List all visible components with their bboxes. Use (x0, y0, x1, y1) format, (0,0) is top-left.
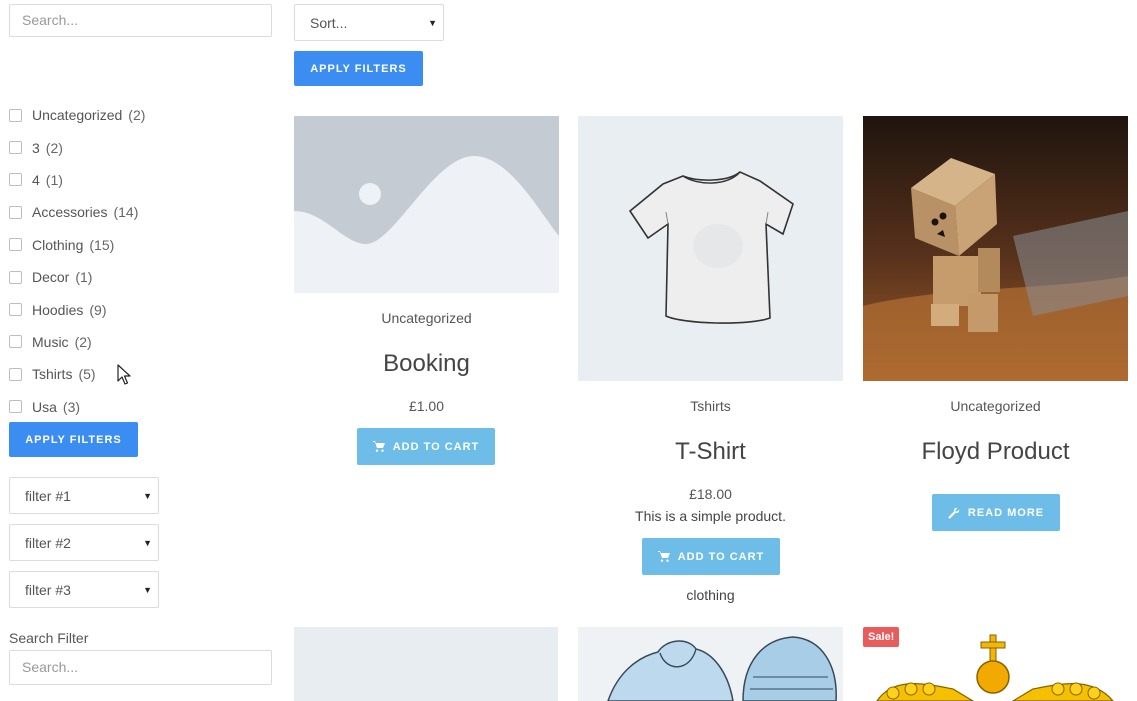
category-label: Usa (32, 398, 57, 415)
caret-down-icon: ▼ (143, 537, 152, 548)
caret-down-icon: ▼ (143, 584, 152, 595)
category-usa[interactable]: Usa (3) (9, 391, 145, 423)
wrench-icon (948, 507, 960, 519)
category-decor[interactable]: Decor (1) (9, 261, 145, 293)
category-count: (2) (45, 139, 63, 156)
cart-icon (372, 441, 385, 452)
category-label: 3 (32, 139, 40, 156)
category-count: (2) (128, 107, 146, 124)
apply-filters-button[interactable]: APPLY FILTERS (294, 51, 423, 86)
category-clothing[interactable]: Clothing (15) (9, 229, 145, 261)
product-tag[interactable]: clothing (578, 587, 843, 603)
product-title[interactable]: Floyd Product (863, 438, 1128, 466)
category-label: Music (32, 333, 69, 350)
search-filter-label: Search Filter (9, 630, 89, 646)
category-label: 4 (32, 171, 40, 188)
caret-down-icon: ▼ (143, 490, 152, 501)
sale-badge: Sale! (863, 627, 900, 647)
mouse-cursor-icon (117, 364, 131, 385)
checkbox[interactable] (9, 238, 22, 252)
product-title[interactable]: Booking (294, 350, 559, 378)
floyd-product-image[interactable] (863, 116, 1128, 381)
product-title[interactable]: T-Shirt (578, 438, 843, 466)
category-count: (3) (62, 398, 81, 415)
checkbox[interactable] (9, 173, 22, 187)
add-to-cart-button[interactable]: ADD TO CART (357, 428, 495, 465)
crown-illustration (863, 627, 1128, 701)
category-label: Clothing (32, 236, 84, 253)
sort-value: Sort... (310, 14, 348, 31)
checkbox[interactable] (9, 303, 22, 317)
product-price: £18.00 (689, 486, 732, 502)
filter-3-value: filter #3 (25, 581, 71, 598)
cart-icon (657, 551, 670, 562)
product-card-tshirt: Tshirts T-Shirt £18.00 This is a simple … (578, 116, 843, 603)
placeholder-image[interactable] (294, 116, 559, 293)
category-label: Decor (32, 269, 70, 286)
tshirt-illustration (578, 116, 843, 381)
category-count: (15) (89, 236, 115, 253)
box-robot-photo (863, 116, 1128, 381)
category-count: (2) (74, 333, 92, 350)
sidebar-apply-filters-button[interactable]: APPLY FILTERS (9, 422, 138, 457)
checkbox[interactable] (9, 335, 22, 349)
filter-1-value: filter #1 (25, 487, 71, 504)
category-count: (1) (75, 269, 93, 286)
category-count: (5) (78, 366, 96, 383)
category-3[interactable]: 3 (2) (9, 131, 145, 163)
image-placeholder-icon (294, 116, 559, 293)
read-more-label: READ MORE (967, 506, 1045, 519)
category-uncategorized[interactable]: Uncategorized (2) (9, 99, 145, 131)
product-category: Tshirts (690, 398, 731, 414)
read-more-button[interactable]: READ MORE (932, 494, 1060, 531)
filter-3-select[interactable]: filter #3 ▼ (9, 571, 159, 608)
tshirt-image[interactable] (578, 116, 843, 381)
product-price: £1.00 (408, 398, 445, 414)
category-label: Uncategorized (32, 107, 123, 124)
product-image-row2-3[interactable]: Sale! (863, 627, 1128, 701)
product-description: This is a simple product. (635, 508, 786, 524)
checkbox[interactable] (9, 141, 22, 155)
checkbox[interactable] (9, 367, 22, 381)
caret-down-icon: ▼ (428, 17, 437, 28)
category-count: (1) (45, 171, 63, 188)
filter-2-value: filter #2 (25, 534, 71, 551)
hoodie-and-beanie-illustration (578, 627, 843, 701)
checkbox[interactable] (9, 205, 22, 219)
search-input[interactable]: Search... (9, 4, 272, 37)
filter-2-select[interactable]: filter #2 ▼ (9, 524, 159, 561)
hoodie-image[interactable] (578, 627, 843, 701)
category-4[interactable]: 4 (1) (9, 164, 145, 196)
category-label: Hoodies (32, 301, 84, 318)
category-label: Tshirts (32, 366, 73, 383)
product-card-floyd: Uncategorized Floyd Product READ MORE (863, 116, 1128, 531)
product-image-row2-1[interactable] (294, 627, 558, 701)
product-card-booking: Uncategorized Booking £1.00 ADD TO CART (294, 116, 559, 465)
sort-select[interactable]: Sort... ▼ (294, 4, 444, 41)
category-count: (14) (113, 204, 139, 221)
product-category: Uncategorized (950, 398, 1041, 414)
category-accessories[interactable]: Accessories (14) (9, 196, 145, 228)
category-hoodies[interactable]: Hoodies (9) (9, 293, 145, 325)
search-filter-input[interactable]: Search... (9, 650, 272, 685)
checkbox[interactable] (9, 108, 22, 122)
category-label: Accessories (32, 204, 108, 221)
add-to-cart-button[interactable]: ADD TO CART (642, 538, 780, 575)
add-to-cart-label: ADD TO CART (392, 440, 480, 453)
category-music[interactable]: Music (2) (9, 326, 145, 358)
filter-1-select[interactable]: filter #1 ▼ (9, 477, 159, 514)
add-to-cart-label: ADD TO CART (677, 550, 765, 563)
checkbox[interactable] (9, 400, 22, 414)
checkbox[interactable] (9, 270, 22, 284)
product-category: Uncategorized (381, 310, 472, 326)
category-count: (9) (89, 301, 107, 318)
